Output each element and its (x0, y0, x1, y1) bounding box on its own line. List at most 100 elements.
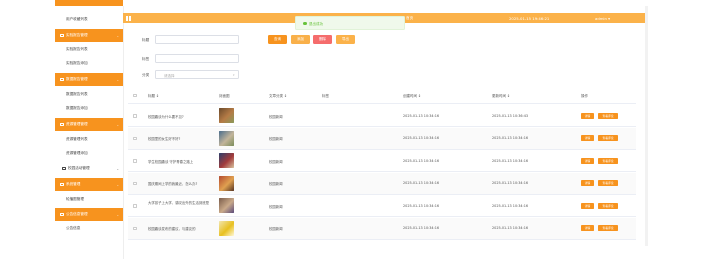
view-comments-button[interactable]: 查看评论 (598, 225, 618, 231)
sidebar-item-5[interactable]: 数据报告列表 (55, 88, 123, 101)
sidebar-group-7[interactable]: 资源管理管理 ⌄ (55, 118, 123, 131)
category-filter-select[interactable]: 请选择 ▾ (155, 70, 239, 79)
cover-image (219, 153, 234, 168)
sidebar-item-label: 公告信息 (66, 226, 81, 230)
sidebar-group-13[interactable]: 公告信息管理 ⌄ (55, 208, 123, 221)
sidebar-item-12[interactable]: 轮播图管理 (55, 193, 123, 206)
view-comments-button[interactable]: 查看评论 (598, 112, 618, 119)
page-scrollbar[interactable] (645, 6, 648, 246)
tag-filter-label: 标签 (142, 57, 150, 61)
table-row[interactable]: 大学孩子上大学，感叹出外的生活到底是校园新闻 2025-01-13 10:34:1… (128, 195, 636, 217)
sidebar: 用户收藏列表实验报告管理 ⌄ 实验报告列表实验报告添加 数据报告管理 ⌄ 数据报告列表 数据… (55, 6, 124, 259)
column-header[interactable]: 标题 ↕ (148, 94, 159, 99)
sidebar-item-14[interactable]: 公告信息 (55, 222, 123, 235)
filter-button-3[interactable]: 导出 (336, 35, 355, 44)
sidebar-item-label: 实验报告列表 (66, 47, 88, 51)
sidebar-item-label: 资源管理管理 (66, 122, 88, 126)
row-checkbox[interactable] (133, 181, 137, 186)
column-header: 标签 (322, 93, 329, 98)
row-updated-time: 2025-01-13 10:34:16 (492, 203, 529, 208)
tag-filter-input[interactable] (155, 54, 239, 63)
table-row[interactable]: 国庆期间上学的我最近，怎么办? 校园新闻 2025-01-13 10:34:16 20… (128, 172, 636, 195)
table-row[interactable]: 校园里的女生好不好? 校园新闻 2025-01-13 10:34:16 2025-01… (128, 127, 636, 150)
table-row[interactable]: 校园趣谈发布的建议，与建议的 校园新闻 2025-01-13 10:34:16 202… (128, 217, 636, 240)
row-title: 国庆期间上学的我最近，怎么办? (148, 182, 198, 186)
row-title: 大学孩子上大学，感叹出外的生活到底是 (148, 200, 210, 205)
sidebar-item-label: 用户收藏列表 (66, 17, 88, 21)
chevron-down-icon: ⌄ (116, 212, 119, 217)
column-header[interactable]: 更新时间 ↕ (492, 94, 510, 99)
title-filter-label: 标题 (142, 38, 150, 42)
filter-button-2[interactable]: 删除 (313, 35, 332, 44)
header-breadcrumb: 首页 (406, 15, 414, 20)
table-row[interactable]: 学生校园趣谈 守护青春之路上 校园新闻 2025-01-13 10:34:16 202… (128, 150, 636, 172)
sidebar-item-label: 数据报告列表 (66, 92, 88, 96)
chevron-down-icon: ⌄ (116, 122, 119, 127)
category-placeholder: 请选择 (164, 73, 175, 78)
sidebar-item-label: 校园活动管理 (68, 166, 90, 170)
row-category: 校园新闻 (269, 114, 283, 119)
view-comments-button[interactable]: 查看评论 (598, 202, 618, 209)
table-row[interactable]: 校园趣谈为什么要不见? 校园新闻 2025-01-13 10:34:16 2025-0… (128, 105, 636, 127)
select-all-checkbox[interactable] (133, 93, 137, 98)
detail-button[interactable]: 详情 (581, 157, 594, 164)
detail-button[interactable]: 详情 (581, 225, 594, 231)
detail-button[interactable]: 详情 (581, 112, 594, 119)
menu-folder-icon (60, 182, 64, 187)
row-updated-time: 2025-01-13 10:34:16 (492, 181, 529, 185)
menu-folder-icon (62, 166, 66, 171)
sidebar-item-3[interactable]: 实验报告添加 (55, 57, 123, 70)
row-updated-time: 2025-01-13 10:34:16 (492, 158, 529, 163)
sidebar-item-label: 资源管理添加 (66, 151, 88, 155)
sidebar-group-4[interactable]: 数据报告管理 ⌄ (55, 73, 123, 86)
column-header[interactable]: 创建时间 ↕ (403, 94, 421, 99)
user-menu[interactable]: admin ▾ (595, 16, 610, 21)
row-checkbox[interactable] (133, 114, 137, 118)
row-updated-time: 2025-01-13 10:34:16 (492, 226, 529, 230)
sidebar-item-10[interactable]: 校园活动管理 ⌄ (55, 162, 123, 175)
view-comments-button[interactable]: 查看评论 (598, 157, 618, 164)
menu-folder-icon (60, 212, 64, 217)
menu-grid-icon[interactable] (126, 15, 131, 21)
menu-folder-icon (60, 77, 64, 82)
filter-button-1[interactable]: 添加 (291, 35, 310, 44)
cover-image (219, 130, 234, 146)
sidebar-item-9[interactable]: 资源管理添加 (55, 147, 123, 160)
sidebar-item-label: 资源管理列表 (66, 137, 88, 141)
sidebar-item-6[interactable]: 数据报告添加 (55, 102, 123, 115)
cover-image (219, 220, 234, 236)
row-title: 校园趣谈发布的建议，与建议的 (148, 227, 196, 231)
row-checkbox[interactable] (133, 204, 137, 208)
row-category: 校园新闻 (269, 227, 283, 231)
column-header[interactable]: 文章分类 ↕ (269, 94, 287, 99)
sidebar-item-2[interactable]: 实验报告列表 (55, 43, 123, 56)
category-filter-label: 分类 (142, 73, 150, 77)
sidebar-item-label: 系统管理 (66, 182, 81, 186)
sidebar-item-0[interactable]: 用户收藏列表 (55, 13, 123, 26)
title-filter-input[interactable] (155, 35, 239, 44)
chevron-down-icon: ⌄ (116, 33, 119, 38)
detail-button[interactable]: 详情 (581, 135, 594, 141)
row-created-time: 2025-01-13 10:34:16 (403, 203, 440, 208)
row-title: 学生校园趣谈 守护青春之路上 (148, 159, 194, 164)
cover-image (219, 108, 234, 123)
row-checkbox[interactable] (133, 226, 137, 231)
row-category: 校园新闻 (269, 204, 283, 209)
filter-button-0[interactable]: 查询 (268, 35, 287, 44)
sidebar-group-1[interactable]: 实验报告管理 ⌄ (55, 29, 123, 42)
row-updated-time: 2025-01-13 10:34:16 (492, 136, 529, 140)
row-checkbox[interactable] (133, 136, 137, 141)
sidebar-group-11[interactable]: 系统管理 ⌄ (55, 178, 123, 191)
detail-button[interactable]: 详情 (581, 202, 594, 209)
row-checkbox[interactable] (133, 159, 137, 163)
view-comments-button[interactable]: 查看评论 (598, 180, 618, 186)
row-created-time: 2025-01-13 10:34:16 (403, 158, 440, 163)
chevron-down-icon: ⌄ (116, 77, 119, 82)
row-updated-time: 2025-01-13 10:36:43 (492, 113, 529, 118)
row-created-time: 2025-01-13 10:34:16 (403, 136, 440, 140)
sidebar-item-label: 数据报告添加 (66, 106, 88, 110)
sidebar-item-8[interactable]: 资源管理列表 (55, 133, 123, 146)
chevron-down-icon: ⌄ (116, 166, 119, 171)
detail-button[interactable]: 详情 (581, 180, 594, 186)
view-comments-button[interactable]: 查看评论 (598, 135, 618, 141)
